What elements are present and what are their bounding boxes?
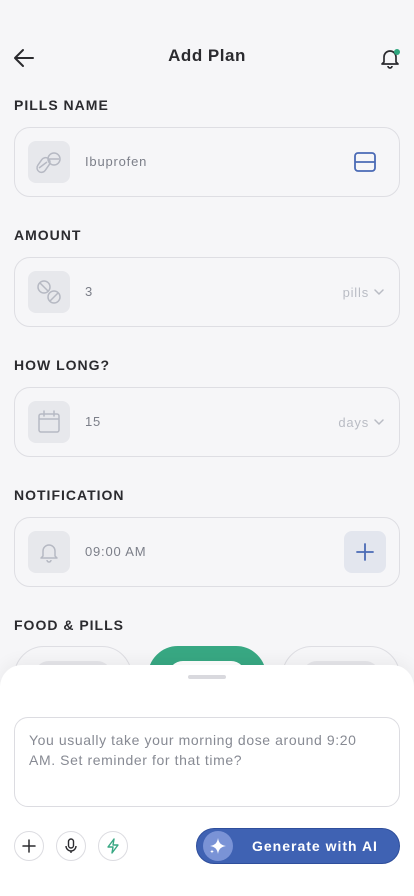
pills-name-value[interactable]: Ibuprofen [85, 128, 147, 196]
bell-icon [40, 544, 58, 563]
duration-field[interactable]: 15 days [14, 387, 400, 457]
quick-action-button[interactable] [98, 831, 128, 861]
calendar-icon-tile [28, 401, 70, 443]
lightning-icon [107, 838, 119, 854]
microphone-icon [65, 838, 77, 853]
amount-unit-select[interactable]: pills [343, 258, 385, 326]
ai-prompt-input[interactable]: You usually take your morning dose aroun… [14, 717, 400, 807]
sparkle-icon [210, 838, 226, 854]
generate-with-ai-button[interactable]: Generate with AI [196, 828, 400, 864]
chevron-down-icon [374, 289, 384, 295]
notification-field[interactable]: 09:00 AM [14, 517, 400, 587]
duration-unit-label: days [338, 414, 369, 430]
notifications-button[interactable] [376, 44, 404, 72]
duration-value[interactable]: 15 [85, 388, 101, 456]
scan-button[interactable] [344, 141, 386, 183]
pills-icon [36, 152, 61, 174]
food-pills-label: FOOD & PILLS [14, 617, 124, 633]
sheet-grabber[interactable] [188, 675, 226, 679]
amount-unit-label: pills [342, 284, 369, 300]
tablet-icon-tile [28, 271, 70, 313]
generate-with-ai-label: Generate with AI [252, 838, 378, 854]
plus-icon [356, 543, 374, 561]
plus-icon [22, 839, 36, 853]
add-notification-button[interactable] [344, 531, 386, 573]
notification-label: NOTIFICATION [14, 487, 125, 503]
amount-value[interactable]: 3 [85, 258, 93, 326]
duration-label: HOW LONG? [14, 357, 111, 373]
pills-name-label: PILLS NAME [14, 97, 109, 113]
notification-time[interactable]: 09:00 AM [85, 518, 146, 586]
notification-dot [394, 49, 400, 55]
chevron-down-icon [374, 419, 384, 425]
amount-field[interactable]: 3 pills [14, 257, 400, 327]
sparkle-icon-badge [203, 831, 233, 861]
pills-name-field[interactable]: Ibuprofen [14, 127, 400, 197]
scan-icon [354, 152, 376, 172]
amount-label: AMOUNT [14, 227, 82, 243]
voice-button[interactable] [56, 831, 86, 861]
duration-unit-select[interactable]: days [338, 388, 385, 456]
ai-assistant-sheet: You usually take your morning dose aroun… [0, 665, 414, 896]
calendar-icon [38, 410, 60, 433]
tablets-icon [37, 280, 61, 304]
page-title: Add Plan [168, 46, 246, 65]
bell-icon-tile [28, 531, 70, 573]
attach-button[interactable] [14, 831, 44, 861]
pills-icon-tile [28, 141, 70, 183]
